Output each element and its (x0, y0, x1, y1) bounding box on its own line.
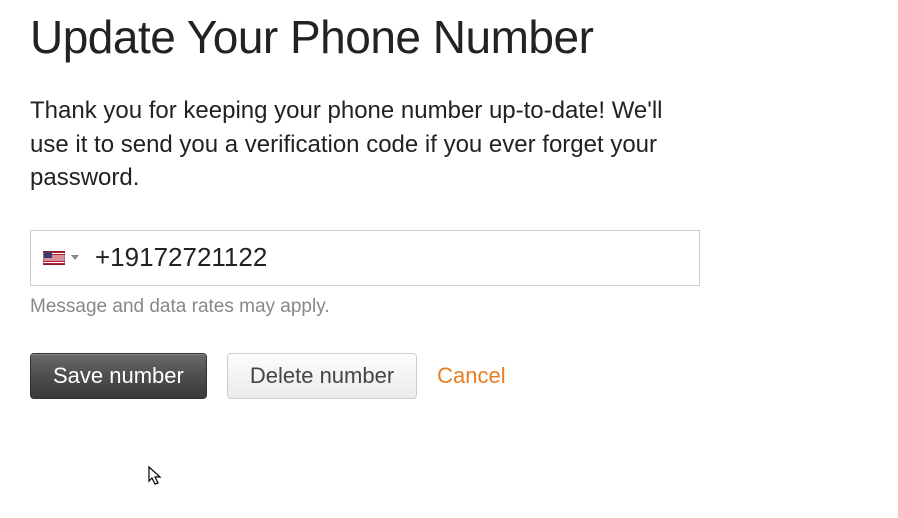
phone-input-container (30, 230, 700, 286)
cancel-link[interactable]: Cancel (437, 363, 505, 389)
flag-us-icon (43, 251, 65, 265)
pointer-cursor-icon (143, 465, 165, 491)
delete-button[interactable]: Delete number (227, 353, 417, 399)
country-select[interactable] (43, 251, 87, 265)
description-text: Thank you for keeping your phone number … (30, 94, 700, 195)
dropdown-caret-icon (71, 255, 79, 260)
save-button[interactable]: Save number (30, 353, 207, 399)
button-row: Save number Delete number Cancel (30, 353, 868, 399)
phone-number-input[interactable] (87, 242, 687, 273)
page-title: Update Your Phone Number (30, 10, 868, 64)
rates-hint: Message and data rates may apply. (30, 296, 868, 318)
